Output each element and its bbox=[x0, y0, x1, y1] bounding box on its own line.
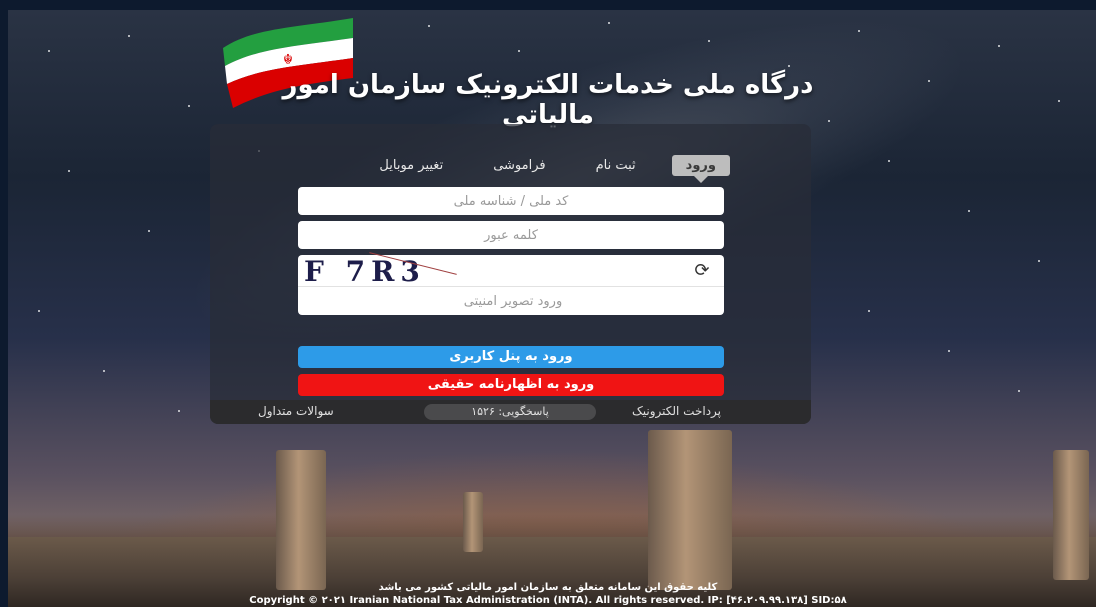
password-field[interactable] bbox=[298, 221, 724, 249]
tab-forgot[interactable]: فراموشی bbox=[479, 155, 559, 176]
svg-text:☬: ☬ bbox=[283, 52, 293, 68]
captcha-input[interactable] bbox=[298, 287, 728, 316]
tab-change-mobile[interactable]: تغییر موبایل bbox=[365, 155, 457, 176]
declaration-button[interactable]: ورود به اظهارنامه حقیقی bbox=[298, 374, 724, 396]
national-id-field[interactable] bbox=[298, 187, 724, 215]
ruin-column bbox=[648, 430, 732, 590]
ruin-column bbox=[1053, 450, 1089, 580]
captcha-box: F 7R3 ⟳ bbox=[298, 252, 728, 316]
auth-tabs: ورود ثبت نام فراموشی تغییر موبایل bbox=[290, 152, 730, 183]
copyright-en: Copyright © ۲۰۲۱ Iranian National Tax Ad… bbox=[249, 595, 847, 606]
ruin-column bbox=[463, 492, 483, 552]
tab-register[interactable]: ثبت نام bbox=[582, 155, 650, 176]
copyright-fa: کلیه حقوق این سامانه متعلق به سازمان امو… bbox=[378, 582, 718, 593]
page-title: درگاه ملی خدمات الکترونیک سازمان امور ما… bbox=[282, 70, 814, 130]
faq-link[interactable]: سوالات متداول bbox=[258, 404, 334, 418]
support-phone: پاسخگویی: ۱۵۲۶ bbox=[424, 404, 596, 420]
refresh-icon[interactable]: ⟳ bbox=[692, 261, 712, 281]
login-button[interactable]: ورود به پنل کاربری bbox=[298, 346, 724, 368]
tab-login[interactable]: ورود bbox=[671, 154, 730, 183]
electronic-payment-link[interactable]: پرداخت الکترونیک bbox=[632, 404, 721, 418]
captcha-image: F 7R3 bbox=[304, 255, 426, 288]
ruin-column bbox=[276, 450, 326, 590]
